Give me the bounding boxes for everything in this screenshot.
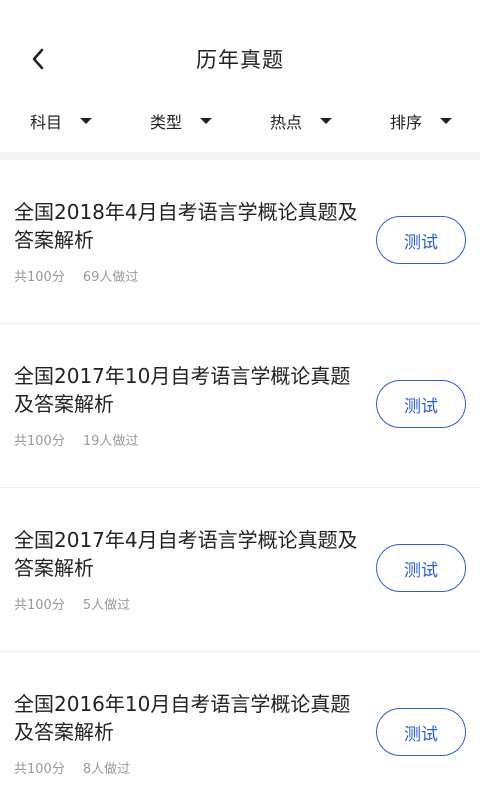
exam-list: 全国2018年4月自考语言学概论真题及答案解析 共100分 69人做过 测试 全国…: [0, 160, 480, 800]
test-button[interactable]: 测试: [376, 544, 466, 592]
list-item[interactable]: 全国2018年4月自考语言学概论真题及答案解析 共100分 69人做过 测试: [0, 160, 480, 324]
filter-bar: 科目 类型 热点 排序: [0, 90, 480, 152]
test-button[interactable]: 测试: [376, 380, 466, 428]
exam-title: 全国2017年10月自考语言学概论真题及答案解析: [14, 364, 351, 416]
filter-subject[interactable]: 科目: [30, 90, 93, 152]
exam-score: 共100分: [14, 762, 65, 777]
app-header: 历年真题: [0, 0, 480, 90]
exam-count: 69人做过: [82, 270, 139, 285]
back-button[interactable]: [26, 44, 50, 74]
caret-down-icon: [200, 118, 213, 124]
page-title: 历年真题: [196, 48, 284, 72]
caret-down-icon: [440, 118, 453, 124]
exam-meta: 共100分 5人做过: [14, 594, 130, 613]
exam-title: 全国2016年10月自考语言学概论真题及答案解析: [14, 692, 351, 744]
filter-label: 科目: [30, 113, 63, 132]
filter-sort[interactable]: 排序: [390, 90, 453, 152]
list-item[interactable]: 全国2016年10月自考语言学概论真题及答案解析 共100分 8人做过 测试: [0, 652, 480, 800]
exam-score: 共100分: [14, 598, 65, 613]
filter-hot[interactable]: 热点: [270, 90, 333, 152]
filter-type[interactable]: 类型: [150, 90, 213, 152]
test-button[interactable]: 测试: [376, 708, 466, 756]
exam-meta: 共100分 8人做过: [14, 758, 130, 777]
exam-count: 8人做过: [82, 762, 131, 777]
exam-count: 19人做过: [82, 434, 139, 449]
section-divider: [0, 152, 480, 160]
list-item[interactable]: 全国2017年4月自考语言学概论真题及答案解析 共100分 5人做过 测试: [0, 488, 480, 652]
exam-score: 共100分: [14, 270, 65, 285]
exam-title: 全国2017年4月自考语言学概论真题及答案解析: [14, 528, 358, 580]
chevron-left-icon: [32, 48, 44, 70]
list-item[interactable]: 全国2017年10月自考语言学概论真题及答案解析 共100分 19人做过 测试: [0, 324, 480, 488]
caret-down-icon: [80, 118, 93, 124]
filter-label: 类型: [150, 113, 183, 132]
caret-down-icon: [320, 118, 333, 124]
exam-count: 5人做过: [82, 598, 131, 613]
filter-label: 排序: [390, 113, 423, 132]
exam-score: 共100分: [14, 434, 65, 449]
test-button[interactable]: 测试: [376, 216, 466, 264]
exam-title: 全国2018年4月自考语言学概论真题及答案解析: [14, 200, 358, 252]
exam-meta: 共100分 19人做过: [14, 430, 138, 449]
exam-meta: 共100分 69人做过: [14, 266, 138, 285]
filter-label: 热点: [270, 113, 303, 132]
